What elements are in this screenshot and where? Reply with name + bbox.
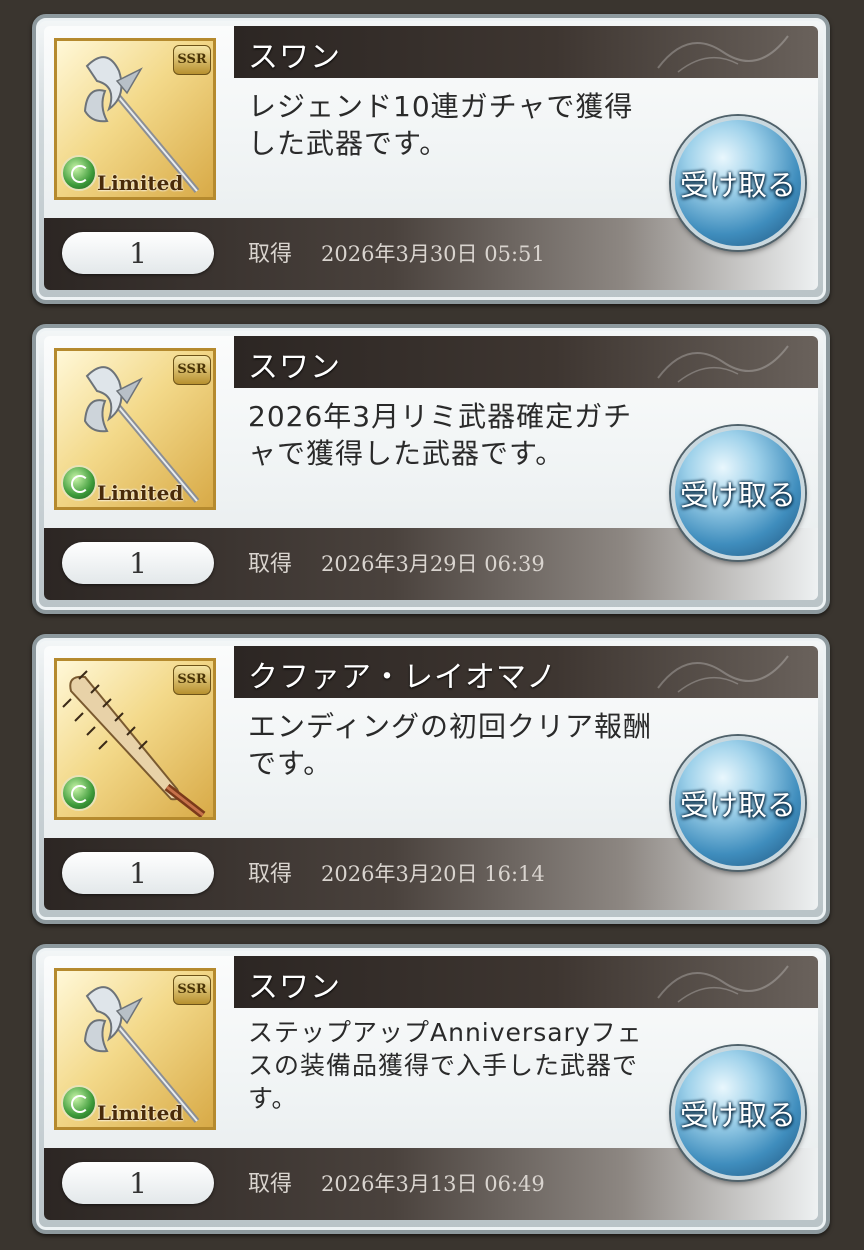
limited-label: Limited — [97, 481, 184, 505]
ornament-icon — [657, 655, 789, 693]
ssr-badge: SSR — [173, 975, 211, 1005]
title-bar: スワン — [234, 956, 818, 1008]
acquired-label: 取得 — [248, 1172, 293, 1197]
receive-button-label: 受け取る — [679, 788, 796, 822]
ornament-icon — [657, 35, 789, 73]
acquired-date: 2026年3月29日 06:39 — [321, 552, 545, 576]
wind-element-icon — [61, 1085, 97, 1121]
weapon-name: クファア・レイオマノ — [248, 660, 558, 695]
weapon-description: エンディングの初回クリア報酬です。 — [248, 710, 653, 780]
receive-button-label: 受け取る — [679, 1098, 796, 1132]
quantity-pill: 1 — [62, 232, 214, 274]
reward-card-body: SSR Limited スワン レジェンド10連ガチャで獲得した武器です。 1 … — [44, 26, 818, 290]
ssr-badge: SSR — [173, 665, 211, 695]
reward-card: SSR Limited スワン レジェンド10連ガチャで獲得した武器です。 1 … — [32, 14, 830, 304]
ornament-icon — [657, 345, 789, 383]
weapon-reward-list: SSR Limited スワン レジェンド10連ガチャで獲得した武器です。 1 … — [0, 0, 864, 1250]
acquired-label: 取得 — [248, 242, 293, 267]
acquired-date: 2026年3月20日 16:14 — [321, 862, 545, 886]
quantity-pill: 1 — [62, 542, 214, 584]
weapon-description: レジェンド10連ガチャで獲得した武器です。 — [248, 90, 634, 160]
receive-button[interactable]: 受け取る — [671, 116, 805, 250]
title-bar: スワン — [234, 26, 818, 78]
acquired-label: 取得 — [248, 862, 293, 887]
acquisition-info: 取得 2026年3月13日 06:49 — [248, 1166, 545, 1198]
quantity-pill: 1 — [62, 852, 214, 894]
receive-button[interactable]: 受け取る — [671, 1046, 805, 1180]
limited-label: Limited — [97, 1101, 184, 1125]
acquired-date: 2026年3月30日 05:51 — [321, 242, 545, 266]
reward-card: SSR クファア・レイオマノ エンディングの初回クリア報酬です。 1 取得 20… — [32, 634, 830, 924]
weapon-thumbnail[interactable]: SSR Limited — [54, 968, 216, 1130]
acquisition-info: 取得 2026年3月30日 05:51 — [248, 236, 545, 268]
weapon-name: スワン — [248, 350, 341, 385]
title-bar: クファア・レイオマノ — [234, 646, 818, 698]
weapon-thumbnail[interactable]: SSR — [54, 658, 216, 820]
receive-button-label: 受け取る — [679, 478, 796, 512]
weapon-thumbnail[interactable]: SSR Limited — [54, 38, 216, 200]
limited-label: Limited — [97, 171, 184, 195]
reward-card-body: SSR Limited スワン 2026年3月リミ武器確定ガチャで獲得した武器で… — [44, 336, 818, 600]
acquired-date: 2026年3月13日 06:49 — [321, 1172, 545, 1196]
receive-button[interactable]: 受け取る — [671, 736, 805, 870]
weapon-description: ステップアップAnniversaryフェスの装備品獲得で入手した武器です。 — [248, 1018, 643, 1113]
wind-element-icon — [61, 775, 97, 811]
ssr-badge: SSR — [173, 355, 211, 385]
reward-card-body: SSR クファア・レイオマノ エンディングの初回クリア報酬です。 1 取得 20… — [44, 646, 818, 910]
wind-element-icon — [61, 155, 97, 191]
title-bar: スワン — [234, 336, 818, 388]
acquisition-info: 取得 2026年3月20日 16:14 — [248, 856, 545, 888]
reward-card: SSR Limited スワン 2026年3月リミ武器確定ガチャで獲得した武器で… — [32, 324, 830, 614]
weapon-name: スワン — [248, 40, 341, 75]
weapon-name: スワン — [248, 970, 341, 1005]
weapon-thumbnail[interactable]: SSR Limited — [54, 348, 216, 510]
receive-button[interactable]: 受け取る — [671, 426, 805, 560]
receive-button-label: 受け取る — [679, 168, 796, 202]
ornament-icon — [657, 965, 789, 1003]
wind-element-icon — [61, 465, 97, 501]
quantity-pill: 1 — [62, 1162, 214, 1204]
ssr-badge: SSR — [173, 45, 211, 75]
acquired-label: 取得 — [248, 552, 293, 577]
reward-card-body: SSR Limited スワン ステップアップAnniversaryフェスの装備… — [44, 956, 818, 1220]
acquisition-info: 取得 2026年3月29日 06:39 — [248, 546, 545, 578]
reward-card: SSR Limited スワン ステップアップAnniversaryフェスの装備… — [32, 944, 830, 1234]
weapon-description: 2026年3月リミ武器確定ガチャで獲得した武器です。 — [248, 400, 633, 470]
